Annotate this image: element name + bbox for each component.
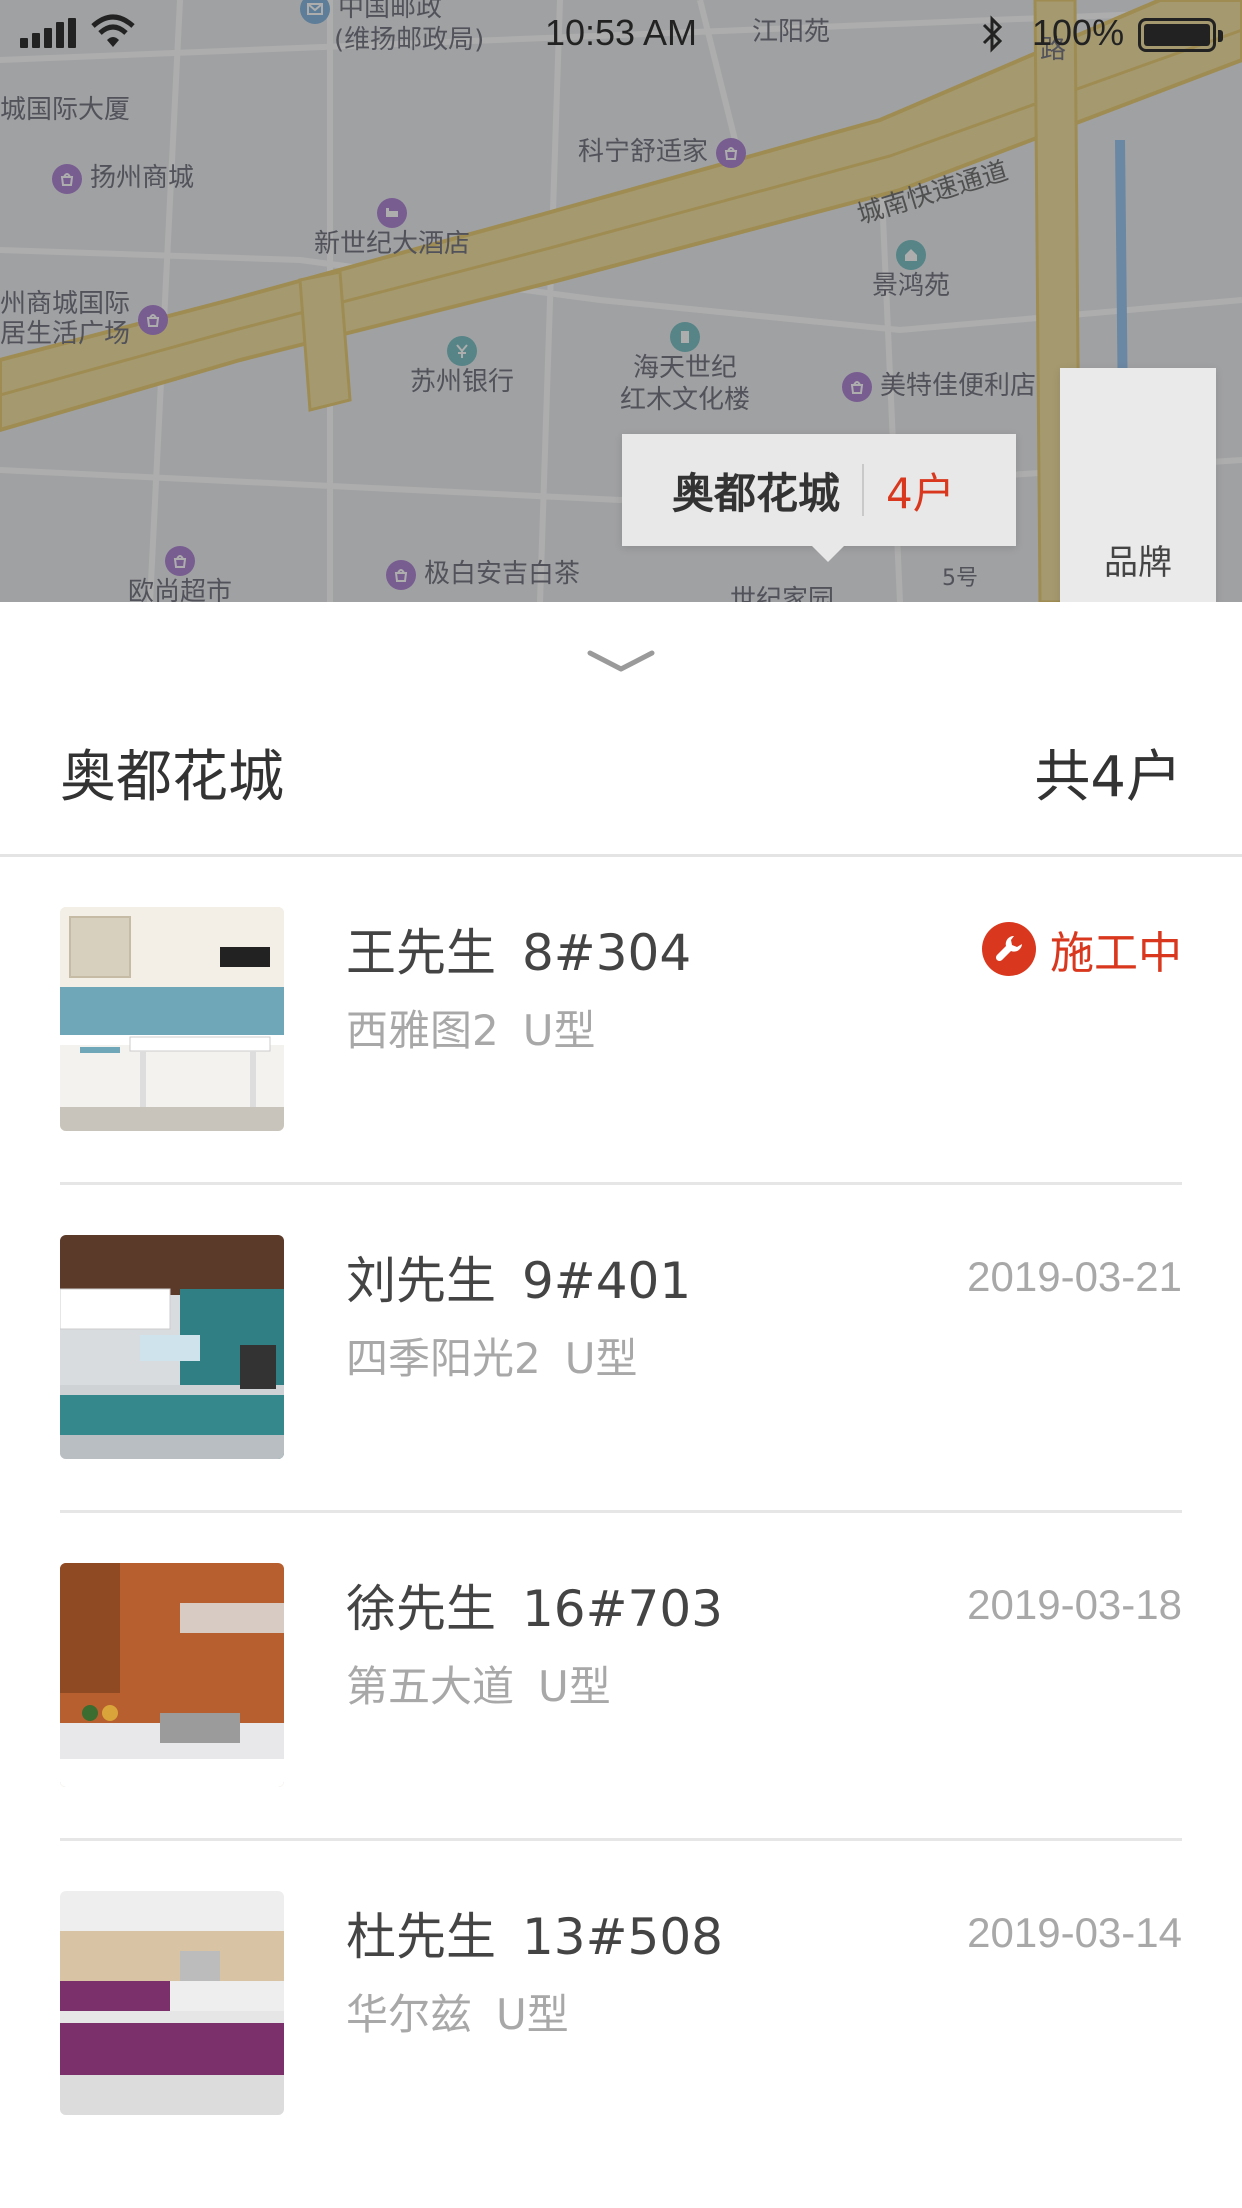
owner-name: 王先生 <box>346 924 496 982</box>
bluetooth-icon <box>982 15 1003 53</box>
status-text: 施工中 <box>1050 928 1182 979</box>
unit-number: 13#508 <box>522 1908 723 1966</box>
household-total: 共4户 <box>1034 745 1182 810</box>
household-list-item[interactable]: 杜先生 13#508 华尔兹 U型 2019-03-14 <box>60 1841 1182 2169</box>
unit-number: 8#304 <box>522 924 692 982</box>
household-detail: 西雅图2 U型 <box>346 997 595 1058</box>
household-date: 2019-03-21 <box>967 1253 1182 1300</box>
unit-number: 9#401 <box>522 1252 692 1310</box>
battery-icon <box>1138 18 1223 52</box>
wrench-icon <box>982 922 1036 976</box>
layout-type: U型 <box>522 1006 596 1055</box>
household-list-item[interactable]: 刘先生 9#401 四季阳光2 U型 2019-03-21 <box>60 1185 1182 1513</box>
layout-type: U型 <box>564 1334 638 1383</box>
design-name: 华尔兹 <box>346 1990 473 2039</box>
household-list-item[interactable]: 王先生 8#304 西雅图2 U型 施工中 <box>60 857 1182 1185</box>
kitchen-thumbnail <box>60 1891 284 2115</box>
layout-type: U型 <box>538 1662 611 1711</box>
owner-name: 刘先生 <box>346 1252 496 1310</box>
household-date: 2019-03-14 <box>967 1909 1182 1956</box>
battery-percent: 100% <box>1032 12 1125 53</box>
brand-label: 品牌 <box>1104 543 1172 583</box>
callout-household-count: 4户 <box>886 468 955 518</box>
kitchen-thumbnail <box>60 1235 284 1459</box>
household-detail: 第五大道 U型 <box>346 1653 611 1714</box>
household-name: 刘先生 9#401 <box>346 1241 691 1313</box>
household-detail: 四季阳光2 U型 <box>346 1325 637 1386</box>
design-name: 四季阳光2 <box>346 1334 541 1383</box>
household-name: 王先生 8#304 <box>346 913 691 985</box>
kitchen-thumbnail <box>60 1563 284 1787</box>
callout-community-name: 奥都花城 <box>672 468 841 518</box>
household-detail: 华尔兹 U型 <box>346 1981 569 2042</box>
map-callout[interactable]: 奥都花城 4户 <box>622 434 1016 562</box>
household-name: 杜先生 13#508 <box>346 1897 723 1969</box>
community-title: 奥都花城 <box>60 745 284 810</box>
owner-name: 徐先生 <box>346 1580 496 1638</box>
map-view[interactable]: 中国邮政 (维扬邮政局) 江阳苑 城国际大厦 扬州商城 科宁舒适家 新世纪大酒店… <box>0 0 1242 602</box>
collapse-sheet-button[interactable] <box>581 642 661 682</box>
kitchen-thumbnail <box>60 907 284 1131</box>
status-badge: 施工中 <box>982 917 1182 981</box>
design-name: 西雅图2 <box>346 1006 499 1055</box>
unit-number: 16#703 <box>522 1580 723 1638</box>
household-date: 2019-03-18 <box>967 1581 1182 1628</box>
status-bar: 10:53 AM 100% <box>0 0 1242 66</box>
brand-filter-button[interactable]: 品牌 <box>1060 368 1216 602</box>
chevron-down-icon <box>587 650 655 672</box>
community-sheet: 奥都花城 共4户 王先生 8#304 西雅图2 U型 施工中 刘先生 9#401… <box>0 602 1242 2208</box>
design-name: 第五大道 <box>346 1662 515 1711</box>
layout-type: U型 <box>496 1990 569 2039</box>
owner-name: 杜先生 <box>346 1908 496 1966</box>
map-dim-overlay <box>0 0 1242 602</box>
household-list-item[interactable]: 徐先生 16#703 第五大道 U型 2019-03-18 <box>60 1513 1182 1841</box>
household-name: 徐先生 16#703 <box>346 1569 723 1641</box>
